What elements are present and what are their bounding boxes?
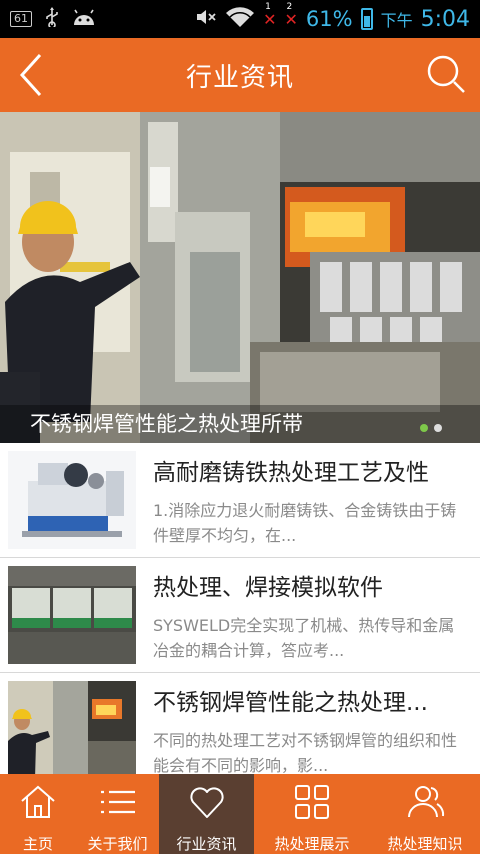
news-thumbnail [8,451,136,549]
news-desc: 1.消除应力退火耐磨铸铁、合金铸铁由于铸件壁厚不均匀，在... [153,501,457,545]
usb-icon [44,7,60,31]
nav-item-knowledge[interactable]: 热处理知识 [370,774,480,854]
search-icon [427,55,465,93]
mute-icon [195,7,217,31]
news-list: 高耐磨铸铁热处理工艺及性 1.消除应力退火耐磨铸铁、合金铸铁由于铸件壁厚不均匀，… [0,443,480,774]
news-item[interactable]: 不锈钢焊管性能之热处理... 不同的热处理工艺对不锈钢焊管的组织和性能会有不同的… [0,673,480,774]
banner-image [0,112,480,443]
banner-caption: 不锈钢焊管性能之热处理所带 [0,405,480,443]
chevron-left-icon [19,53,42,97]
news-title: 高耐磨铸铁热处理工艺及性 [153,460,429,486]
bottom-nav: 主页 关于我们 行业资讯 热处理展示 热处理知识 [0,774,480,854]
signal-icon-2: 2 ✕ [284,1,298,29]
nav-item-home[interactable]: 主页 [0,774,76,854]
carousel-dot[interactable] [420,424,428,432]
status-bar: 61 1 ✕ 2 ✕ 61% 下午 5:04 [0,0,480,38]
nav-label: 行业资讯 [176,835,237,853]
menu-list-icon [100,790,135,814]
page-title: 行业资讯 [185,62,294,93]
news-item[interactable]: 热处理、焊接模拟软件 SYSWELD完全实现了机械、热传导和金属冶金的耦合计算，… [0,558,480,673]
android-icon [72,7,96,31]
news-desc: 不同的热处理工艺对不锈钢焊管的组织和性能会有不同的影响，影... [153,731,458,774]
news-thumbnail [8,681,136,774]
battery-percent: 61% [305,7,353,31]
wifi-icon [225,6,255,32]
banner-carousel[interactable]: 不锈钢焊管性能之热处理所带 [0,112,480,443]
clock: 5:04 [420,6,470,32]
nav-label: 热处理展示 [274,835,350,853]
search-button[interactable] [426,54,468,96]
news-title: 热处理、焊接模拟软件 [153,575,383,601]
back-button[interactable] [14,52,54,98]
carousel-dots [420,424,442,432]
users-icon [408,786,445,818]
nav-label: 关于我们 [87,835,148,853]
ampm: 下午 [380,11,413,30]
heart-icon [189,787,224,818]
news-title: 不锈钢焊管性能之热处理... [153,690,428,716]
home-icon [21,785,55,818]
signal-icon: 1 ✕ [263,1,277,29]
news-item[interactable]: 高耐磨铸铁热处理工艺及性 1.消除应力退火耐磨铸铁、合金铸铁由于铸件壁厚不均匀，… [0,443,480,558]
nav-label: 热处理知识 [387,835,463,853]
nav-item-showcase[interactable]: 热处理展示 [254,774,370,854]
nav-item-about[interactable]: 关于我们 [76,774,159,854]
carousel-dot[interactable] [434,424,442,432]
news-thumbnail [8,566,136,664]
nav-item-news[interactable]: 行业资讯 [159,774,254,854]
grid-icon [295,785,329,819]
notification-badge: 61 [10,11,32,27]
battery-icon [360,8,373,30]
news-desc: SYSWELD完全实现了机械、热传导和金属冶金的耦合计算，答应考... [153,616,455,660]
nav-label: 主页 [22,835,53,853]
app-header: 行业资讯 [0,38,480,112]
